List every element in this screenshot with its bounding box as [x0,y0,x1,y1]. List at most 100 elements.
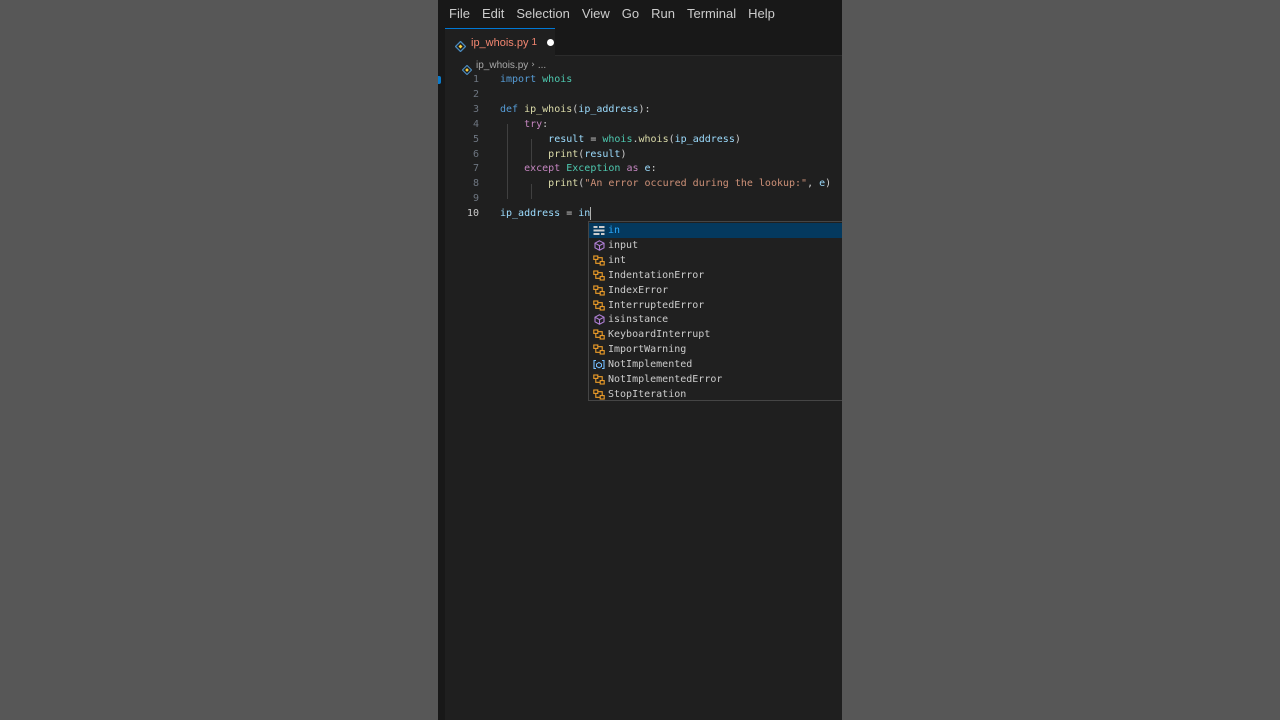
suggestion-item[interactable]: ImportWarning [589,342,842,357]
line-number: 5 [472,133,479,145]
code-text: try: [500,117,548,132]
code-line[interactable]: 7 except Exception as e: [445,161,842,176]
code-token: whois [638,133,669,145]
suggestion-item[interactable]: isinstance [589,312,842,327]
code-token: def [500,103,519,115]
suggestion-item[interactable]: input [589,238,842,253]
suggestion-label: InterruptedError [608,299,705,311]
code-line[interactable]: 4 try: [445,117,842,132]
code-token: ip_address [500,208,561,220]
suggestion-label: input [608,239,639,251]
code-token: Exception [566,163,621,175]
line-number: 8 [472,178,479,190]
activity-bar [438,28,445,720]
code-token: ip_address [578,103,639,115]
code-line[interactable]: 3 def ip_whois(ip_address): [445,102,842,117]
line-number: 2 [472,88,479,100]
breadcrumb-file[interactable]: ip_whois.py [476,60,528,71]
text-cursor [590,206,592,220]
code-line[interactable]: 5 result = whois.whois(ip_address) [445,132,842,147]
line-number: 7 [472,163,479,175]
line-number: 1 [472,74,479,85]
breadcrumb-more[interactable]: ... [538,60,546,71]
menu-edit[interactable]: Edit [476,0,510,28]
suggestion-label: StopIteration [608,388,687,400]
menu-go[interactable]: Go [616,0,645,28]
tab-bar: ip_whois.py 1 [445,28,842,56]
suggestion-item[interactable]: IndexError [589,283,842,298]
code-token: ) [620,148,627,160]
code-token: : [542,118,549,130]
tab-label: ip_whois.py [471,36,529,49]
code-token: "An error occured during the lookup:" [584,178,808,190]
activity-indicator [438,76,441,84]
code-line[interactable]: 2 [445,87,842,102]
code-line[interactable]: 6 print(result) [445,147,842,162]
python-file-icon [454,37,467,53]
code-text: print(result) [500,147,626,162]
code-text: def ip_whois(ip_address): [500,102,651,117]
code-line[interactable]: 10 ip_address = in [445,206,842,221]
class-icon [593,374,605,386]
suggestion-label: isinstance [608,314,669,326]
code-token: import [500,74,537,85]
code-token: try [524,118,543,130]
unsaved-dot-icon[interactable] [547,39,555,46]
tab-ip-whois[interactable]: ip_whois.py 1 [445,28,555,56]
left-backdrop [0,0,438,720]
suggestion-label: ImportWarning [608,344,687,356]
class-icon [593,388,605,400]
suggestion-label: KeyboardInterrupt [608,329,711,341]
right-backdrop [842,0,1280,720]
suggestion-item[interactable]: KeyboardInterrupt [589,327,842,342]
code-text: import whois [500,72,572,87]
code-text: result = whois.whois(ip_address) [500,132,741,147]
code-line[interactable]: 9 [445,191,842,206]
line-number: 6 [472,148,479,160]
menu-terminal[interactable]: Terminal [681,0,742,28]
class-icon [593,344,605,356]
suggestion-item[interactable]: int [589,253,842,268]
code-token: whois [602,133,633,145]
code-token: except [524,163,561,175]
suggestion-item[interactable]: IndentationError [589,268,842,283]
suggestion-label: IndentationError [608,269,705,281]
code-line[interactable]: 1 import whois [445,72,842,87]
code-token: = [560,208,579,220]
code-token: ): [638,103,651,115]
suggestion-item[interactable]: InterruptedError [589,298,842,313]
line-number: 9 [472,193,479,205]
code-text: ip_address = in [500,206,592,221]
code-token: ip_whois [524,103,573,115]
suggestion-item[interactable]: NotImplementedError [589,372,842,387]
menu-bar: File Edit Selection View Go Run Terminal… [438,0,842,28]
python-file-icon [461,60,473,76]
keyword-icon [593,225,605,237]
menu-selection[interactable]: Selection [510,0,575,28]
code-token: = [584,133,603,145]
suggestion-label: int [608,254,627,266]
menu-run[interactable]: Run [645,0,681,28]
code-token: print [548,148,579,160]
code-line[interactable]: 8 print("An error occured during the loo… [445,176,842,191]
code-token: result [548,133,585,145]
code-token: whois [542,74,573,85]
autocomplete-popup: in input int IndentationError IndexError Inte… [588,221,842,401]
code-token: , [807,178,820,190]
menu-help[interactable]: Help [742,0,781,28]
suggestion-item[interactable]: StopIteration [589,387,842,402]
code-token: ) [734,133,741,145]
menu-view[interactable]: View [576,0,616,28]
code-token: result [584,148,621,160]
class-icon [593,284,605,296]
chevron-right-icon: › [531,60,535,70]
menu-file[interactable]: File [443,0,476,28]
suggestion-item[interactable]: NotImplemented [589,357,842,372]
code-token: print [548,178,579,190]
suggestion-label: in [608,225,621,236]
suggestion-item[interactable]: in [589,223,842,238]
